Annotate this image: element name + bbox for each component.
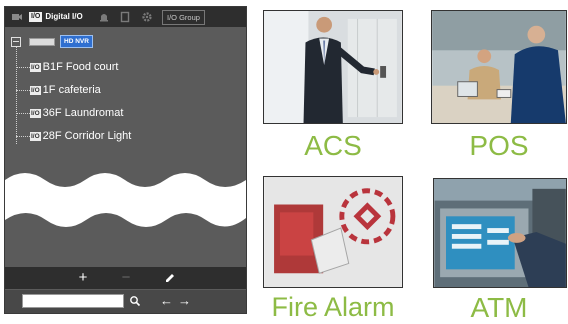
tree-item-label: 1F cafeteria — [42, 84, 101, 96]
nvr-device-icon — [29, 37, 55, 46]
document-icon[interactable] — [119, 11, 131, 23]
io-manager-panel: I/O Digital I/O I/O Group HD NVR I/O B1F… — [4, 6, 247, 314]
caption-atm: ATM — [470, 292, 528, 323]
tree-branch — [16, 135, 30, 137]
atm-photo — [433, 178, 567, 288]
search-bar: ← → — [5, 290, 246, 313]
add-button[interactable]: + — [75, 270, 91, 286]
tree-item-label: 36F Laundromat — [42, 107, 124, 119]
search-icon[interactable] — [129, 295, 141, 307]
bell-icon[interactable] — [98, 11, 110, 23]
tree-item-corridor-light[interactable]: I/O 28F Corridor Light — [16, 128, 131, 144]
fire-alarm-photo — [263, 176, 403, 288]
arrow-right-icon[interactable]: → — [178, 293, 191, 309]
tree-item-food-court[interactable]: I/O B1F Food court — [16, 59, 119, 75]
gear-icon[interactable] — [141, 11, 153, 23]
io-icon: I/O — [30, 108, 41, 118]
tree-toolbar: + − — [5, 267, 246, 289]
tree-item-label: 28F Corridor Light — [42, 130, 132, 142]
tree-branch — [16, 89, 30, 91]
tree-root-nvr[interactable]: HD NVR — [11, 35, 93, 48]
caption-pos: POS — [469, 130, 529, 161]
camera-icon[interactable] — [11, 11, 23, 23]
panel-tab-bar: I/O Digital I/O I/O Group — [5, 7, 246, 27]
arrow-left-icon[interactable]: ← — [160, 293, 173, 309]
io-icon: I/O — [30, 62, 41, 72]
search-input[interactable] — [22, 294, 124, 308]
tab-digital-io[interactable]: I/O Digital I/O — [29, 9, 83, 24]
caption-fire-alarm: Fire Alarm — [271, 292, 395, 322]
tab-digital-io-label: Digital I/O — [45, 12, 83, 21]
io-icon: I/O — [30, 85, 41, 95]
nvr-badge: HD NVR — [60, 35, 93, 48]
tree-item-cafeteria[interactable]: I/O 1F cafeteria — [16, 82, 101, 98]
tree-branch — [16, 112, 30, 114]
io-icon: I/O — [29, 11, 43, 22]
tab-io-group[interactable]: I/O Group — [162, 10, 205, 25]
collapse-toggle[interactable] — [11, 36, 21, 47]
torn-wave-divider — [5, 173, 246, 227]
tree-branch — [16, 66, 30, 68]
edit-pencil-icon[interactable] — [163, 271, 177, 285]
io-icon: I/O — [30, 131, 41, 141]
tree-item-laundromat[interactable]: I/O 36F Laundromat — [16, 105, 123, 121]
pos-photo — [431, 10, 567, 124]
remove-button[interactable]: − — [118, 270, 134, 286]
tree-item-label: B1F Food court — [42, 61, 119, 73]
caption-acs: ACS — [304, 130, 362, 161]
acs-photo — [263, 10, 403, 124]
